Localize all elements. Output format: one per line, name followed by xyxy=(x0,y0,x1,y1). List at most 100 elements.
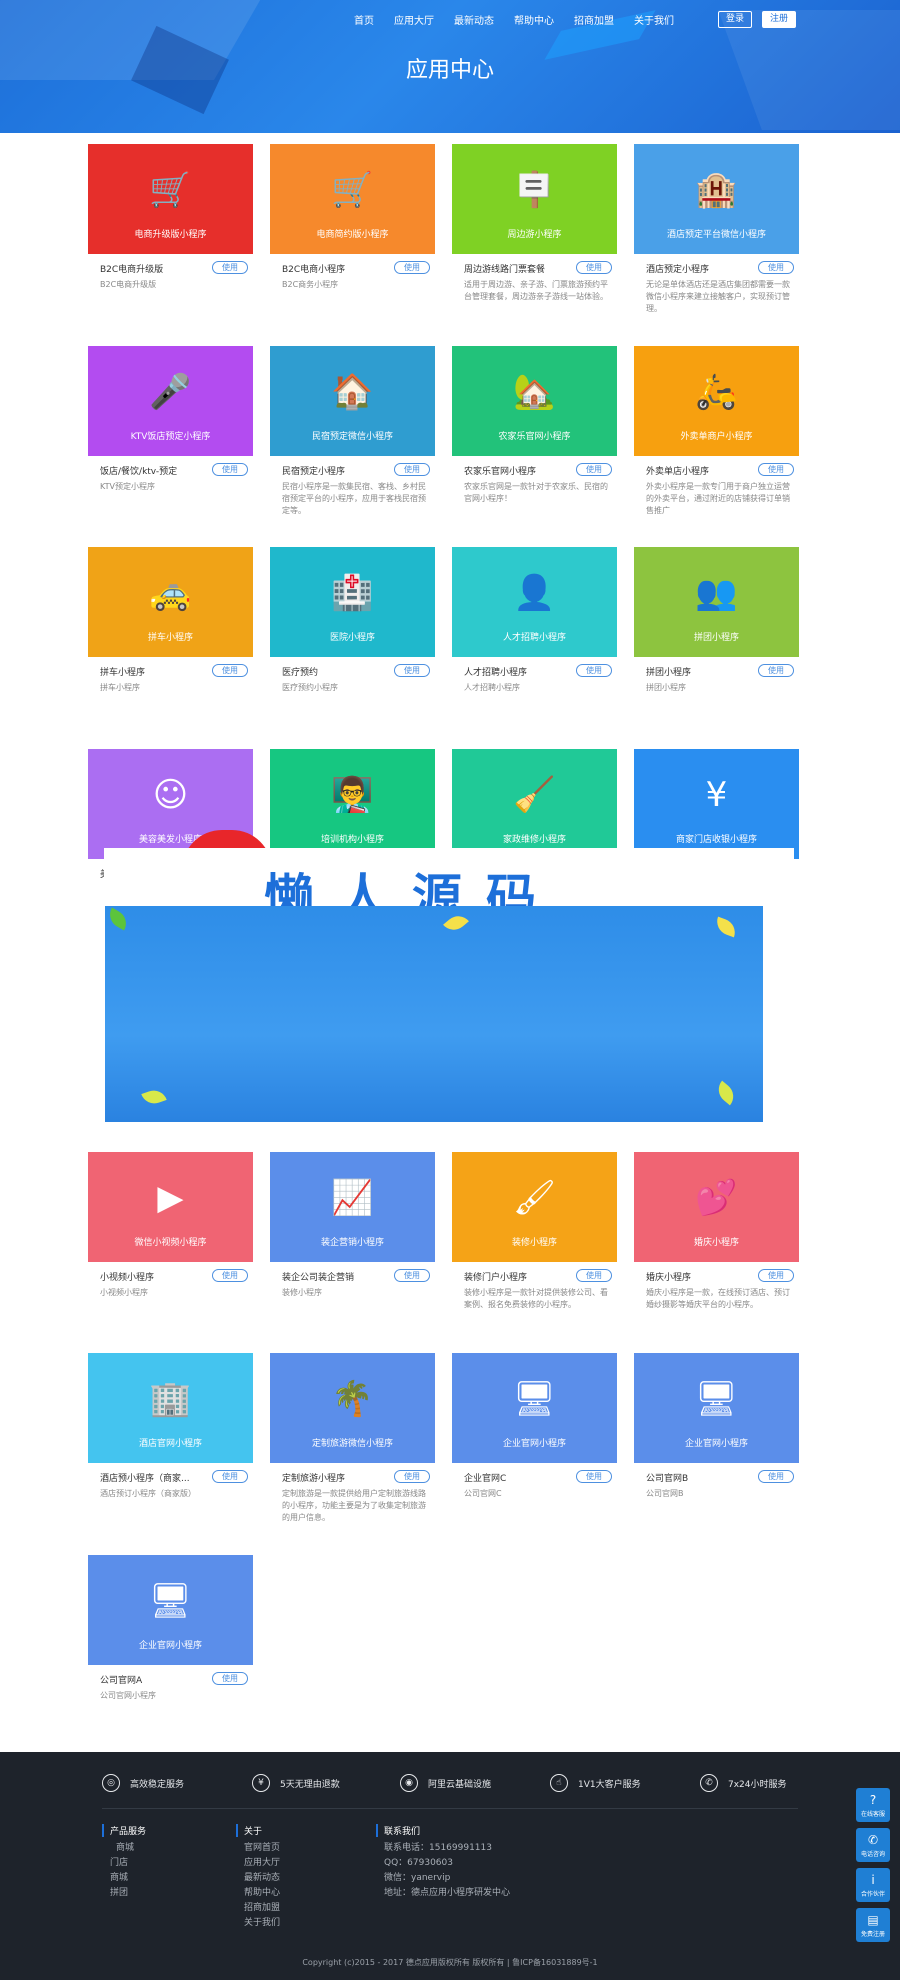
app-tile[interactable]: 🖌 装修小程序 xyxy=(452,1152,617,1262)
side-button[interactable]: ? 在线客服 xyxy=(856,1788,890,1822)
app-name[interactable]: 拼车小程序 xyxy=(100,665,200,678)
app-tile[interactable]: 🌴 定制旅游微信小程序 xyxy=(270,1353,435,1463)
use-button[interactable]: 使用 xyxy=(576,664,612,677)
app-name[interactable]: 饭店/餐饮/ktv-预定 xyxy=(100,464,200,477)
use-button[interactable]: 使用 xyxy=(212,1269,248,1282)
nav-home[interactable]: 首页 xyxy=(354,12,374,27)
app-tile[interactable]: 🚕 拼车小程序 xyxy=(88,547,253,657)
use-button[interactable]: 使用 xyxy=(758,664,794,677)
app-tile[interactable]: 💕 婚庆小程序 xyxy=(634,1152,799,1262)
use-button[interactable]: 使用 xyxy=(212,1672,248,1685)
app-card[interactable]: 🛒 电商升级版小程序 B2C电商升级版 使用 B2C电商升级版 xyxy=(88,144,253,314)
app-card[interactable]: 🏡 农家乐官网小程序 农家乐官网小程序 使用 农家乐官网是一款针对于农家乐、民宿的官网小… xyxy=(452,346,617,516)
app-name[interactable]: 民宿预定小程序 xyxy=(282,464,382,477)
use-button[interactable]: 使用 xyxy=(576,1470,612,1483)
use-button[interactable]: 使用 xyxy=(394,261,430,274)
app-name[interactable]: 小视频小程序 xyxy=(100,1270,200,1283)
app-name[interactable]: 装企公司装企营销 xyxy=(282,1270,382,1283)
footer-link[interactable]: 最新动态 xyxy=(236,1871,280,1886)
app-tile[interactable]: 🎤 KTV饭店预定小程序 xyxy=(88,346,253,456)
app-card[interactable]: 🖥 企业官网小程序 企业官网C 使用 公司官网C xyxy=(452,1353,617,1523)
app-card[interactable]: 🎤 KTV饭店预定小程序 饭店/餐饮/ktv-预定 使用 KTV预定小程序 xyxy=(88,346,253,516)
footer-link[interactable]: 拼团 xyxy=(102,1886,146,1901)
app-card[interactable]: 🪧 周边游小程序 周边游线路门票套餐 使用 适用于周边游、亲子游、门票旅游预约平台管理套… xyxy=(452,144,617,314)
use-button[interactable]: 使用 xyxy=(576,463,612,476)
app-name[interactable]: 定制旅游小程序 xyxy=(282,1471,382,1484)
app-tile[interactable]: 🏨 酒店预定平台微信小程序 xyxy=(634,144,799,254)
app-tile[interactable]: 🏥 医院小程序 xyxy=(270,547,435,657)
app-tile[interactable]: 🛒 电商升级版小程序 xyxy=(88,144,253,254)
app-name[interactable]: 公司官网B xyxy=(646,1471,746,1484)
app-tile[interactable]: 🖥 企业官网小程序 xyxy=(452,1353,617,1463)
use-button[interactable]: 使用 xyxy=(394,1470,430,1483)
app-name[interactable]: 酒店预小程序（商家... xyxy=(100,1471,200,1484)
use-button[interactable]: 使用 xyxy=(212,664,248,677)
nav-help[interactable]: 帮助中心 xyxy=(514,12,554,27)
side-button[interactable]: ✆ 电话咨询 xyxy=(856,1828,890,1862)
app-card[interactable]: ▶ 微信小视频小程序 小视频小程序 使用 小视频小程序 xyxy=(88,1152,253,1322)
app-card[interactable]: 🏥 医院小程序 医疗预约 使用 医疗预约小程序 xyxy=(270,547,435,717)
app-tile[interactable]: ¥ 商家门店收银小程序 xyxy=(634,749,799,859)
app-tile[interactable]: 👤 人才招聘小程序 xyxy=(452,547,617,657)
app-name[interactable]: 公司官网A xyxy=(100,1673,200,1686)
app-name[interactable]: 装修门户小程序 xyxy=(464,1270,564,1283)
app-card[interactable]: 🏢 酒店官网小程序 酒店预小程序（商家... 使用 酒店预订小程序（商家版） xyxy=(88,1353,253,1523)
app-tile[interactable]: 🏠 民宿预定微信小程序 xyxy=(270,346,435,456)
use-button[interactable]: 使用 xyxy=(212,1470,248,1483)
footer-link[interactable]: 帮助中心 xyxy=(236,1886,280,1901)
app-card[interactable]: 🏨 酒店预定平台微信小程序 酒店预定小程序 使用 无论是单体酒店还是酒店集团都需要一款微… xyxy=(634,144,799,314)
footer-link[interactable]: 关于我们 xyxy=(236,1916,280,1931)
use-button[interactable]: 使用 xyxy=(394,1269,430,1282)
app-name[interactable]: 农家乐官网小程序 xyxy=(464,464,564,477)
nav-about[interactable]: 关于我们 xyxy=(634,12,674,27)
app-name[interactable]: 婚庆小程序 xyxy=(646,1270,746,1283)
app-name[interactable]: 人才招聘小程序 xyxy=(464,665,564,678)
app-name[interactable]: 拼团小程序 xyxy=(646,665,746,678)
footer-link[interactable]: 商城 xyxy=(102,1871,146,1886)
app-card[interactable]: 🖥 企业官网小程序 公司官网A 使用 公司官网小程序 xyxy=(88,1555,253,1725)
app-tile[interactable]: 🛵 外卖单商户小程序 xyxy=(634,346,799,456)
app-card[interactable]: 🛒 电商简约版小程序 B2C电商小程序 使用 B2C商务小程序 xyxy=(270,144,435,314)
app-card[interactable]: 🖌 装修小程序 装修门户小程序 使用 装修小程序是一款针对提供装修公司、看案例、报名免费… xyxy=(452,1152,617,1322)
app-name[interactable]: B2C电商升级版 xyxy=(100,262,200,275)
app-card[interactable]: 👥 拼团小程序 拼团小程序 使用 拼团小程序 xyxy=(634,547,799,717)
register-button[interactable]: 注册 xyxy=(762,11,796,28)
app-name[interactable]: 企业官网C xyxy=(464,1471,564,1484)
app-name[interactable]: 周边游线路门票套餐 xyxy=(464,262,564,275)
footer-link[interactable]: 门店 xyxy=(102,1856,146,1871)
app-tile[interactable]: 🛒 电商简约版小程序 xyxy=(270,144,435,254)
use-button[interactable]: 使用 xyxy=(212,261,248,274)
use-button[interactable]: 使用 xyxy=(758,463,794,476)
ad-banner-image[interactable] xyxy=(105,906,763,1122)
app-tile[interactable]: 👥 拼团小程序 xyxy=(634,547,799,657)
app-tile[interactable]: 🏢 酒店官网小程序 xyxy=(88,1353,253,1463)
footer-link[interactable]: 应用大厅 xyxy=(236,1856,280,1871)
footer-link[interactable]: 官网首页 xyxy=(236,1841,280,1856)
use-button[interactable]: 使用 xyxy=(758,1269,794,1282)
app-tile[interactable]: 🖥 企业官网小程序 xyxy=(88,1555,253,1665)
app-tile[interactable]: 🪧 周边游小程序 xyxy=(452,144,617,254)
login-button[interactable]: 登录 xyxy=(718,11,752,28)
use-button[interactable]: 使用 xyxy=(576,261,612,274)
nav-franchise[interactable]: 招商加盟 xyxy=(574,12,614,27)
app-card[interactable]: 🌴 定制旅游微信小程序 定制旅游小程序 使用 定制旅游是一款提供给用户定制旅游线路的小程… xyxy=(270,1353,435,1523)
app-tile[interactable]: 📈 装企营销小程序 xyxy=(270,1152,435,1262)
use-button[interactable]: 使用 xyxy=(394,463,430,476)
app-card[interactable]: 🏠 民宿预定微信小程序 民宿预定小程序 使用 民宿小程序是一款集民宿、客栈、乡村民宿预定… xyxy=(270,346,435,516)
app-tile[interactable]: 👨‍🏫 培训机构小程序 xyxy=(270,749,435,859)
app-name[interactable]: 外卖单店小程序 xyxy=(646,464,746,477)
footer-link[interactable]: 商城 xyxy=(102,1841,146,1856)
app-card[interactable]: 📈 装企营销小程序 装企公司装企营销 使用 装修小程序 xyxy=(270,1152,435,1322)
use-button[interactable]: 使用 xyxy=(576,1269,612,1282)
app-card[interactable]: 🚕 拼车小程序 拼车小程序 使用 拼车小程序 xyxy=(88,547,253,717)
side-button[interactable]: ▤ 免费注册 xyxy=(856,1908,890,1942)
side-button[interactable]: i 合作伙伴 xyxy=(856,1868,890,1902)
footer-link[interactable]: 招商加盟 xyxy=(236,1901,280,1916)
nav-news[interactable]: 最新动态 xyxy=(454,12,494,27)
app-tile[interactable]: ▶ 微信小视频小程序 xyxy=(88,1152,253,1262)
app-card[interactable]: 💕 婚庆小程序 婚庆小程序 使用 婚庆小程序是一款，在线预订酒店、预订婚纱摄影等婚庆平台… xyxy=(634,1152,799,1322)
app-tile[interactable]: 🧹 家政维修小程序 xyxy=(452,749,617,859)
nav-app-hall[interactable]: 应用大厅 xyxy=(394,12,434,27)
app-name[interactable]: B2C电商小程序 xyxy=(282,262,382,275)
use-button[interactable]: 使用 xyxy=(758,261,794,274)
